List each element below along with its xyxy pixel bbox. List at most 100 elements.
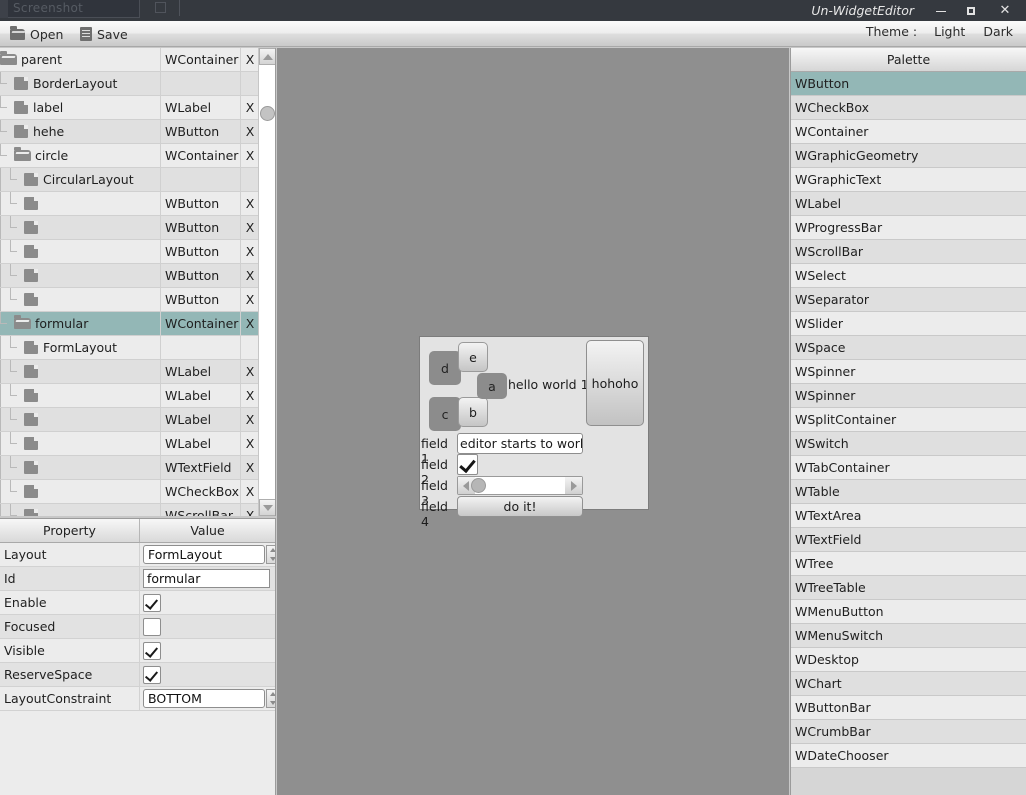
tree-row[interactable]: WLabel X: [0, 408, 259, 432]
preview-hohoho-button[interactable]: hohoho: [586, 340, 644, 426]
tree-row[interactable]: WScrollBar X: [0, 504, 259, 516]
tree-row[interactable]: WButton X: [0, 216, 259, 240]
tree-row[interactable]: BorderLayout: [0, 72, 259, 96]
tree-scroll-down-icon[interactable]: [259, 499, 275, 516]
preview-button-d[interactable]: d: [429, 351, 461, 385]
palette-item[interactable]: WSwitch: [791, 432, 1026, 456]
tree-row-delete-button[interactable]: X: [240, 120, 259, 143]
tree-scroll-thumb[interactable]: [260, 106, 275, 121]
preview-button-c[interactable]: c: [429, 397, 461, 431]
open-button[interactable]: Open: [6, 24, 67, 44]
spinner-up-icon[interactable]: [267, 690, 275, 699]
palette-item[interactable]: WTextArea: [791, 504, 1026, 528]
palette-item[interactable]: WSeparator: [791, 288, 1026, 312]
preview-field3-scrollbar[interactable]: [457, 476, 583, 495]
scroll-right-icon[interactable]: [565, 477, 582, 494]
palette-item[interactable]: WScrollBar: [791, 240, 1026, 264]
property-checkbox[interactable]: [143, 641, 161, 660]
tree-row-delete-button[interactable]: X: [240, 408, 259, 431]
property-spinner[interactable]: [266, 689, 275, 708]
tree-row-delete-button[interactable]: X: [240, 264, 259, 287]
preview-do-it-button[interactable]: do it!: [457, 496, 583, 517]
palette-item[interactable]: WChart: [791, 672, 1026, 696]
spinner-down-icon[interactable]: [267, 699, 275, 708]
tree-row[interactable]: WButton X: [0, 240, 259, 264]
property-checkbox[interactable]: [143, 593, 161, 612]
tree-row-delete-button[interactable]: X: [240, 504, 259, 516]
tree-row-delete-button[interactable]: X: [240, 48, 259, 71]
palette-item[interactable]: WDateChooser: [791, 744, 1026, 768]
tree-row-delete-button[interactable]: X: [240, 192, 259, 215]
tree-row-delete-button[interactable]: X: [240, 216, 259, 239]
palette-item[interactable]: WSpinner: [791, 384, 1026, 408]
maximize-button[interactable]: [956, 0, 986, 21]
property-checkbox[interactable]: [143, 665, 161, 684]
tree-row[interactable]: hehe WButton X: [0, 120, 259, 144]
tree-row-delete-button[interactable]: X: [240, 384, 259, 407]
property-text-input[interactable]: formular: [143, 569, 270, 588]
tree-row-delete-button[interactable]: X: [240, 240, 259, 263]
close-icon[interactable]: ✕: [990, 0, 1020, 21]
tree-row[interactable]: FormLayout: [0, 336, 259, 360]
palette-item[interactable]: WLabel: [791, 192, 1026, 216]
minimize-button[interactable]: [926, 0, 956, 21]
tree-row[interactable]: WLabel X: [0, 384, 259, 408]
tree-row-delete-button[interactable]: X: [240, 288, 259, 311]
property-combo-input[interactable]: FormLayout: [143, 545, 265, 564]
property-checkbox[interactable]: [143, 617, 161, 636]
preview-button-e[interactable]: e: [458, 342, 488, 372]
tree-row[interactable]: WLabel X: [0, 360, 259, 384]
tree-scroll-up-icon[interactable]: [259, 48, 275, 65]
tree-row[interactable]: WTextField X: [0, 456, 259, 480]
property-spinner[interactable]: [266, 545, 275, 564]
tree-row[interactable]: CircularLayout: [0, 168, 259, 192]
property-combo-input[interactable]: BOTTOM: [143, 689, 265, 708]
tree-row[interactable]: circle WContainer X: [0, 144, 259, 168]
tree-row-delete-button[interactable]: X: [240, 456, 259, 479]
spinner-down-icon[interactable]: [267, 555, 275, 564]
preview-button-b[interactable]: b: [458, 397, 488, 427]
palette-item[interactable]: WSelect: [791, 264, 1026, 288]
palette-item[interactable]: WTree: [791, 552, 1026, 576]
tree-row-delete-button[interactable]: X: [240, 480, 259, 503]
spinner-up-icon[interactable]: [267, 546, 275, 555]
tree-row-delete-button[interactable]: X: [240, 360, 259, 383]
preview-field2-checkbox[interactable]: [457, 454, 478, 475]
palette-item[interactable]: WTreeTable: [791, 576, 1026, 600]
palette-item[interactable]: WButton: [791, 72, 1026, 96]
tree-row[interactable]: WButton X: [0, 288, 259, 312]
tree-scrollbar[interactable]: [258, 48, 275, 516]
tree-row[interactable]: parent WContainer X: [0, 48, 259, 72]
palette-item[interactable]: WCrumbBar: [791, 720, 1026, 744]
palette-item[interactable]: WCheckBox: [791, 96, 1026, 120]
tree-row[interactable]: WButton X: [0, 264, 259, 288]
palette-item[interactable]: WSplitContainer: [791, 408, 1026, 432]
palette-item[interactable]: WButtonBar: [791, 696, 1026, 720]
tree-row[interactable]: WCheckBox X: [0, 480, 259, 504]
tree-row[interactable]: label WLabel X: [0, 96, 259, 120]
palette-item[interactable]: WSpinner: [791, 360, 1026, 384]
tree-row[interactable]: WButton X: [0, 192, 259, 216]
palette-item[interactable]: WGraphicText: [791, 168, 1026, 192]
palette-item[interactable]: WGraphicGeometry: [791, 144, 1026, 168]
preview-field1-input[interactable]: editor starts to work: [457, 433, 583, 454]
palette-item[interactable]: WDesktop: [791, 648, 1026, 672]
theme-light-button[interactable]: Light: [925, 24, 974, 39]
scroll-thumb[interactable]: [471, 478, 486, 493]
palette-item[interactable]: WMenuButton: [791, 600, 1026, 624]
palette-item[interactable]: WProgressBar: [791, 216, 1026, 240]
preview-container[interactable]: d c e b a hello world 13 hohoho field 1 …: [419, 336, 649, 529]
tree-row[interactable]: formular WContainer X: [0, 312, 259, 336]
preview-button-a[interactable]: a: [477, 373, 507, 399]
palette-item[interactable]: WTable: [791, 480, 1026, 504]
palette-item[interactable]: WSlider: [791, 312, 1026, 336]
palette-item[interactable]: WContainer: [791, 120, 1026, 144]
design-canvas[interactable]: d c e b a hello world 13 hohoho field 1 …: [277, 48, 789, 795]
palette-item[interactable]: WSpace: [791, 336, 1026, 360]
save-button[interactable]: Save: [76, 24, 132, 44]
theme-dark-button[interactable]: Dark: [974, 24, 1022, 39]
palette-item[interactable]: WTabContainer: [791, 456, 1026, 480]
tree-row[interactable]: WLabel X: [0, 432, 259, 456]
tree-row-delete-button[interactable]: X: [240, 96, 259, 119]
tree-row-delete-button[interactable]: X: [240, 312, 259, 335]
